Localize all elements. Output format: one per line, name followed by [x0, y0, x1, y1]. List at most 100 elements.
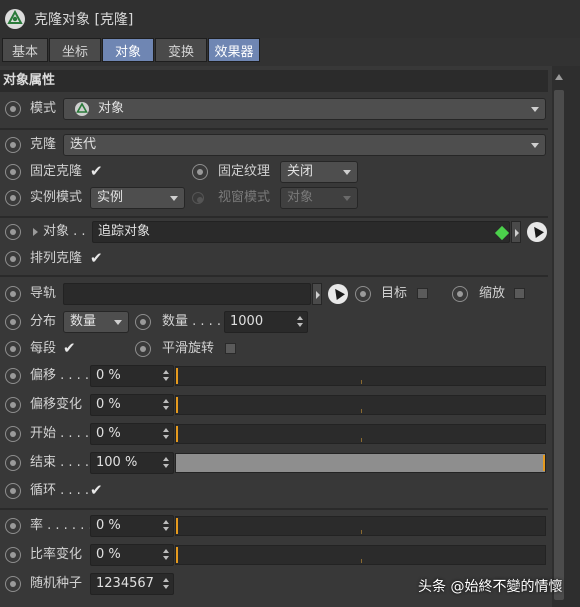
- rate-variation-slider[interactable]: [175, 545, 546, 565]
- tab-bar: 基本 坐标 对象 变换 效果器: [2, 38, 261, 64]
- smooth-rotation-checkbox[interactable]: [225, 343, 236, 354]
- start-input[interactable]: 0 %: [90, 423, 174, 445]
- end-keyframe-radio[interactable]: [5, 455, 21, 471]
- offset-keyframe-radio[interactable]: [5, 368, 21, 384]
- spinner-arrows-icon[interactable]: [163, 427, 169, 441]
- per-segment-checkbox[interactable]: ✔: [63, 340, 79, 356]
- object-link-field[interactable]: 追踪对象: [92, 221, 510, 243]
- slider-handle[interactable]: [176, 397, 178, 413]
- seed-label: 随机种子: [30, 576, 83, 591]
- seed-input[interactable]: 1234567: [90, 573, 174, 595]
- fix-clone-keyframe-radio[interactable]: [5, 164, 21, 180]
- rate-variation-input[interactable]: 0 %: [90, 544, 174, 566]
- smooth-rotation-keyframe-radio[interactable]: [135, 341, 151, 357]
- viewport-mode-dropdown: 对象: [280, 187, 358, 209]
- tab-object[interactable]: 对象: [102, 38, 154, 62]
- loop-keyframe-radio[interactable]: [5, 483, 21, 499]
- spinner-arrows-icon[interactable]: [163, 398, 169, 412]
- start-slider[interactable]: [175, 424, 546, 444]
- end-label: 结束 . . . .: [30, 455, 90, 470]
- loop-checkbox[interactable]: ✔: [90, 482, 106, 498]
- target-checkbox[interactable]: [417, 288, 428, 299]
- smooth-rotation-label: 平滑旋转: [162, 341, 215, 356]
- per-segment-keyframe-radio[interactable]: [5, 341, 21, 357]
- rail-link-field[interactable]: [63, 283, 311, 305]
- clone-dropdown[interactable]: 迭代: [63, 134, 546, 156]
- instance-mode-dropdown[interactable]: 实例: [90, 187, 185, 209]
- offset-value: 0 %: [96, 368, 121, 383]
- expand-triangle-icon[interactable]: [33, 228, 38, 236]
- slider-handle[interactable]: [176, 368, 178, 384]
- scroll-up-arrow-icon[interactable]: [552, 66, 566, 88]
- clone-value: 迭代: [70, 137, 97, 152]
- rate-input[interactable]: 0 %: [90, 515, 174, 537]
- spinner-arrows-icon[interactable]: [163, 519, 169, 533]
- count-label: 数量 . . . .: [162, 314, 222, 329]
- distribution-keyframe-radio[interactable]: [5, 314, 21, 330]
- spinner-arrows-icon[interactable]: [163, 456, 169, 470]
- offset-variation-value: 0 %: [96, 397, 121, 412]
- viewport-mode-value: 对象: [287, 190, 314, 205]
- divider: [0, 128, 548, 130]
- count-keyframe-radio[interactable]: [135, 314, 151, 330]
- fix-texture-value: 关闭: [287, 164, 314, 179]
- offset-slider[interactable]: [175, 366, 546, 386]
- rate-keyframe-radio[interactable]: [5, 518, 21, 534]
- spinner-arrows-icon[interactable]: [163, 369, 169, 383]
- mode-keyframe-radio[interactable]: [5, 101, 21, 117]
- clone-keyframe-radio[interactable]: [5, 137, 21, 153]
- offset-variation-slider[interactable]: [175, 395, 546, 415]
- tab-coordinates[interactable]: 坐标: [49, 38, 101, 62]
- target-keyframe-radio[interactable]: [355, 286, 371, 302]
- slider-handle[interactable]: [176, 547, 178, 563]
- rail-keyframe-radio[interactable]: [5, 286, 21, 302]
- tab-basic[interactable]: 基本: [2, 38, 48, 62]
- per-segment-label: 每段: [30, 341, 57, 356]
- rate-variation-label: 比率变化: [30, 547, 83, 562]
- fix-texture-label: 固定纹理: [218, 164, 271, 179]
- chevron-down-icon: [531, 143, 539, 148]
- fix-texture-dropdown[interactable]: 关闭: [280, 161, 358, 183]
- tab-transform[interactable]: 变换: [155, 38, 207, 62]
- rate-variation-keyframe-radio[interactable]: [5, 547, 21, 563]
- object-keyframe-radio[interactable]: [5, 224, 21, 240]
- object-value: 追踪对象: [98, 224, 151, 239]
- seed-keyframe-radio[interactable]: [5, 576, 21, 592]
- instance-mode-label: 实例模式: [30, 190, 83, 205]
- arrange-clones-checkbox[interactable]: ✔: [90, 250, 106, 266]
- title-bar: 克隆对象 [克隆]: [0, 0, 580, 38]
- end-input[interactable]: 100 %: [90, 452, 174, 474]
- mode-dropdown[interactable]: 对象: [63, 98, 546, 120]
- spinner-arrows-icon[interactable]: [163, 577, 169, 591]
- slider-center-tick: [361, 559, 362, 563]
- pick-rail-icon[interactable]: [328, 284, 348, 304]
- offset-variation-input[interactable]: 0 %: [90, 394, 174, 416]
- slider-handle[interactable]: [176, 518, 178, 534]
- start-keyframe-radio[interactable]: [5, 426, 21, 442]
- fix-clone-checkbox[interactable]: ✔: [90, 163, 106, 179]
- slider-handle[interactable]: [176, 426, 178, 442]
- pick-object-icon[interactable]: [527, 222, 547, 242]
- fix-texture-keyframe-radio[interactable]: [192, 164, 208, 180]
- slider-center-tick: [361, 380, 362, 384]
- rail-link-menu-button[interactable]: [312, 283, 322, 305]
- instance-mode-keyframe-radio[interactable]: [5, 190, 21, 206]
- scale-label: 缩放: [479, 286, 506, 301]
- spinner-arrows-icon[interactable]: [297, 315, 303, 329]
- spinner-arrows-icon[interactable]: [163, 548, 169, 562]
- slider-handle[interactable]: [543, 455, 545, 471]
- end-slider[interactable]: [175, 453, 546, 473]
- offset-input[interactable]: 0 %: [90, 365, 174, 387]
- arrange-clones-label: 排列克隆: [30, 251, 83, 266]
- scale-keyframe-radio[interactable]: [452, 286, 468, 302]
- tab-effectors[interactable]: 效果器: [208, 38, 260, 62]
- distribution-dropdown[interactable]: 数量: [63, 311, 129, 333]
- offset-variation-keyframe-radio[interactable]: [5, 397, 21, 413]
- rate-slider[interactable]: [175, 516, 546, 536]
- count-input[interactable]: 1000: [224, 311, 308, 333]
- scale-checkbox[interactable]: [514, 288, 525, 299]
- object-link-menu-button[interactable]: [511, 221, 521, 243]
- scrollbar-thumb[interactable]: [554, 90, 564, 600]
- start-value: 0 %: [96, 426, 121, 441]
- arrange-clones-keyframe-radio[interactable]: [5, 251, 21, 267]
